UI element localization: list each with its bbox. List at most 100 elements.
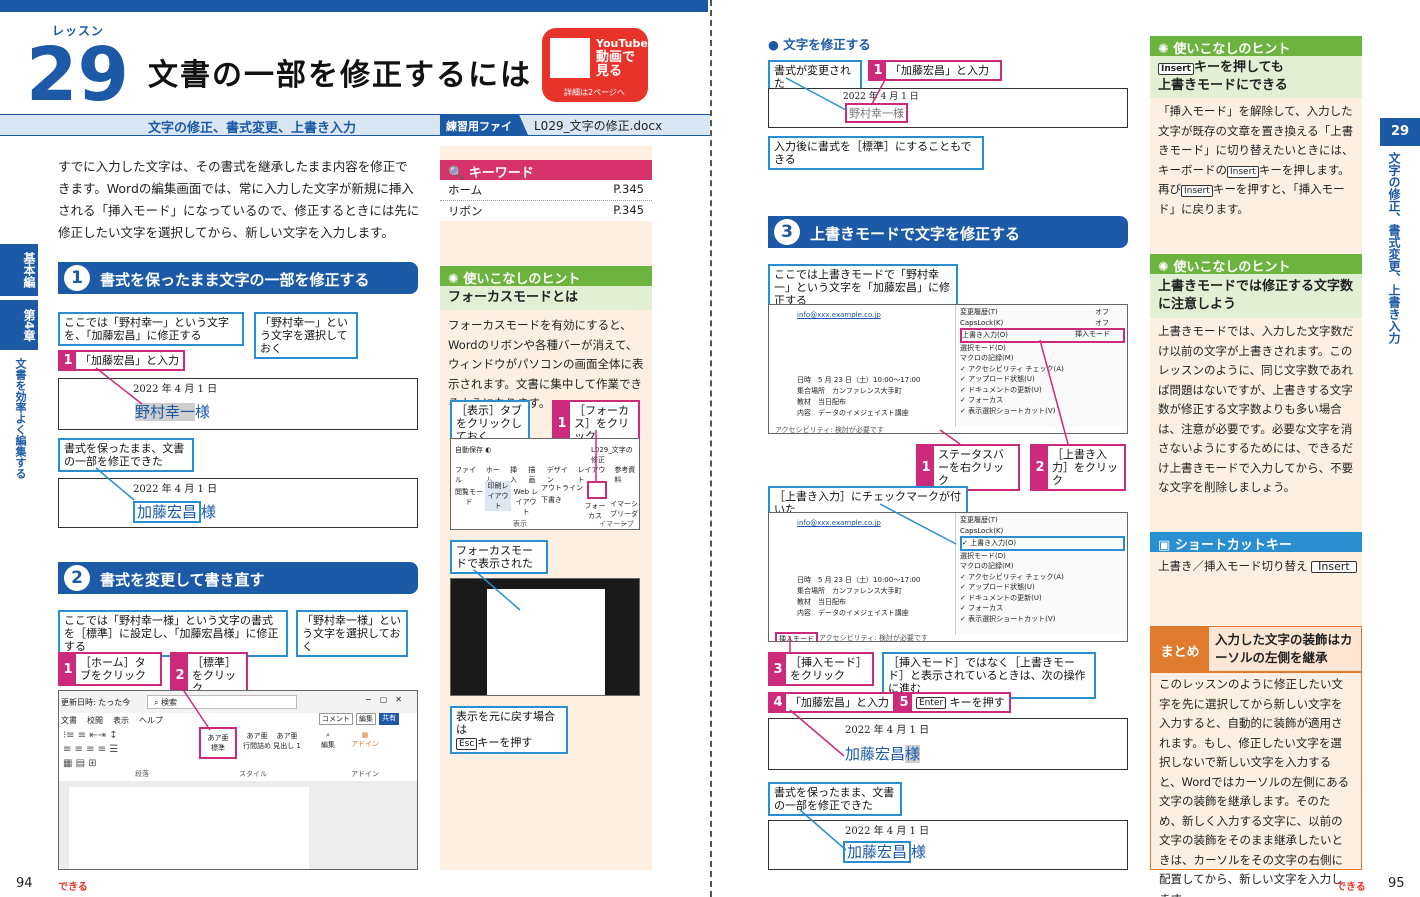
section2-number: 2 — [64, 565, 90, 591]
menu-item[interactable]: 表示選択ショートカット(V) — [968, 407, 1055, 415]
callout-text: 表示を元に戻す場合は — [456, 710, 555, 736]
ribbon-tab[interactable]: ヘルプ — [139, 715, 163, 726]
top-doc: 2022 年 4 月 1 日 野村幸一様 — [768, 88, 1128, 128]
style-sample: あア亜 — [276, 732, 298, 740]
insert-key-icon: Insert — [1158, 63, 1194, 75]
doc-date: 2022 年 4 月 1 日 — [845, 826, 930, 837]
right-page-number: 95 — [1388, 876, 1405, 891]
find-button[interactable]: ⌕ 編集 — [321, 731, 335, 750]
insert-key-icon: Insert — [1227, 165, 1259, 178]
ribbon-tab[interactable]: ファイル — [455, 465, 480, 485]
menu-item[interactable]: ドキュメントの更新(U) — [968, 386, 1042, 394]
menu-item[interactable]: フォーカス — [968, 604, 1003, 612]
right-head: ● 文字を修正する — [768, 37, 871, 52]
step-text: 「加藤宏昌」と入力 — [80, 354, 179, 367]
ribbon-tab[interactable]: 表示 — [113, 715, 129, 726]
menu-item-overtype[interactable]: 上書き入力(O) — [970, 539, 1016, 547]
menu-item[interactable]: アップロード状態(U) — [968, 583, 1035, 591]
hint3-title: 使いこなしのヒント — [1173, 260, 1291, 275]
doc-date: 2022 年 4 月 1 日 — [133, 484, 218, 495]
ribbon-tab[interactable]: 校閲 — [87, 715, 103, 726]
menu-item[interactable]: マクロの記録(M) — [960, 561, 1125, 572]
ribbon-tab[interactable]: 挿入 — [510, 465, 522, 485]
hint2-body: 「挿入モード」を解除して、入力した文字が既存の文章を置き換える「上書きモード」に… — [1158, 102, 1356, 219]
doc-line: 内容 データのイメジェイスト講座 — [797, 409, 909, 417]
outline-button[interactable]: アウトライン — [541, 483, 583, 493]
keyword-page: P.345 — [613, 203, 644, 217]
step-number: 1 — [60, 654, 76, 684]
page-fold — [710, 0, 712, 897]
status-bar-text[interactable]: アクセシビリティ: 検討が必要です — [775, 425, 884, 433]
doc-date: 2022 年 4 月 1 日 — [845, 725, 930, 736]
hint3-header: ✺ 使いこなしのヒント — [1150, 254, 1362, 275]
keyword-row[interactable]: リボン P.345 — [440, 201, 652, 221]
step-text: キーを押す — [949, 696, 1005, 709]
youtube-note: 詳細は2ページへ — [564, 88, 625, 97]
draft-button[interactable]: 下書き — [541, 495, 562, 505]
menu-item[interactable]: 選択モード(D) — [960, 551, 1125, 562]
shortcut-row: 上書き／挿入モード切り替え Insert — [1158, 558, 1357, 574]
callout-text: キーを押す — [477, 736, 533, 749]
summary-header: まとめ 入力した文字の装飾はカーソルの左側を継承 — [1150, 626, 1362, 672]
group-label: イマーシブ — [599, 520, 634, 528]
menu-item[interactable]: フォーカス — [968, 396, 1003, 404]
ribbon-search-box[interactable]: ⌕ 検索 — [147, 695, 297, 709]
focus-mode-page — [487, 589, 605, 695]
sec2-callout1: ここでは「野村幸一様」という文字の書式を［標準］に設定し、「加藤宏昌様」に修正す… — [58, 610, 288, 657]
edit-button[interactable]: 編集 — [356, 713, 376, 725]
ribbon-tab[interactable]: 参考資料 — [614, 465, 639, 485]
shortcut-title: ショートカットキー — [1174, 538, 1292, 553]
style-normal-button[interactable]: あア亜 標準 — [199, 727, 237, 759]
insert-key-icon: Insert — [1311, 561, 1357, 573]
paragraph-tools[interactable]: ⁝≡ ≡ ⇤⇥ ↕ ≡ ≡ ≡ ≡ ☰ ▦ ▤ ⊞ — [63, 729, 118, 771]
menu-item[interactable]: 選択モード(D) — [960, 343, 1125, 354]
web-layout-button[interactable]: Web レイアウト — [513, 487, 539, 517]
ribbon-tab[interactable]: 文書 — [61, 715, 77, 726]
menu-item[interactable]: アップロード状態(U) — [968, 375, 1035, 383]
menu-item[interactable]: マクロの記録(M) — [960, 353, 1125, 364]
menu-item[interactable]: ドキュメントの更新(U) — [968, 594, 1042, 602]
sec3-step1: 1 ステータスバーを右クリック — [916, 444, 1020, 491]
comment-button[interactable]: コメント — [319, 713, 353, 725]
autosave-label: 自動保存 — [455, 446, 483, 454]
print-layout-button[interactable]: 印刷レイアウト — [485, 481, 511, 511]
side-tab-basic: 基本編 — [0, 244, 38, 296]
menu-item[interactable]: CapsLock(K) — [960, 526, 1125, 537]
esc-key-icon: Esc — [456, 738, 478, 750]
document-page — [69, 787, 309, 869]
keyword-label: リボン — [448, 204, 483, 218]
menu-item[interactable]: 変更履歴(T) — [960, 515, 1125, 526]
menu-item[interactable]: アクセシビリティ チェック(A) — [968, 573, 1064, 581]
window-controls[interactable]: −▢✕ — [365, 695, 410, 704]
doc-sama: 様 — [911, 843, 927, 861]
hint2-title: 使いこなしのヒント — [1173, 42, 1291, 57]
hint1-header: ✺ 使いこなしのヒント — [440, 266, 652, 287]
right-tab-number: 29 — [1380, 118, 1420, 146]
style-sample: あア亜 — [207, 734, 229, 742]
insert-mode-status[interactable]: 挿入モード — [775, 632, 818, 641]
doc-line: 日時 5 月 23 日（土）10:00〜17:00 — [797, 376, 921, 384]
focus-button[interactable] — [587, 481, 607, 499]
doc-selected-name: 野村幸一 — [135, 403, 196, 421]
side-tab-chapter: 第4章 — [0, 300, 38, 350]
youtube-badge[interactable]: YouTube 動画で 見る 詳細は2ページへ — [542, 28, 648, 102]
step-text: ステータスバーを右クリック — [938, 448, 1004, 487]
right-tab-text: 文字の修正、書式変更、上書き入力 — [1387, 152, 1401, 344]
doc-line: 教材 当日配布 — [797, 398, 846, 406]
keyword-row[interactable]: ホーム P.345 — [440, 180, 652, 201]
doc-sama: 様 — [201, 503, 217, 521]
ribbon-tab[interactable]: デザイン — [547, 465, 572, 485]
status-bar-text[interactable]: アクセシビリティ: 検討が必要です — [819, 633, 928, 641]
top-step1: 1 「加藤宏昌」と入力 — [868, 60, 1002, 81]
menu-item[interactable]: アクセシビリティ チェック(A) — [968, 365, 1064, 373]
page-title: 文書の一部を修正するには — [148, 58, 532, 93]
style-name: 標準 — [211, 744, 225, 752]
menu-value: 挿入モード — [1075, 330, 1110, 338]
ribbon-tab[interactable]: 描画 — [528, 465, 540, 485]
menu-item[interactable]: 表示選択ショートカット(V) — [968, 615, 1055, 623]
step-number: 1 — [918, 446, 934, 489]
style-heading1-button[interactable]: あア亜 見出し 1 — [269, 731, 305, 751]
share-button[interactable]: 共有 — [379, 713, 399, 725]
read-mode-button[interactable]: 閲覧モード — [455, 487, 483, 507]
addin-button[interactable]: ▦ アドイン — [351, 731, 379, 749]
